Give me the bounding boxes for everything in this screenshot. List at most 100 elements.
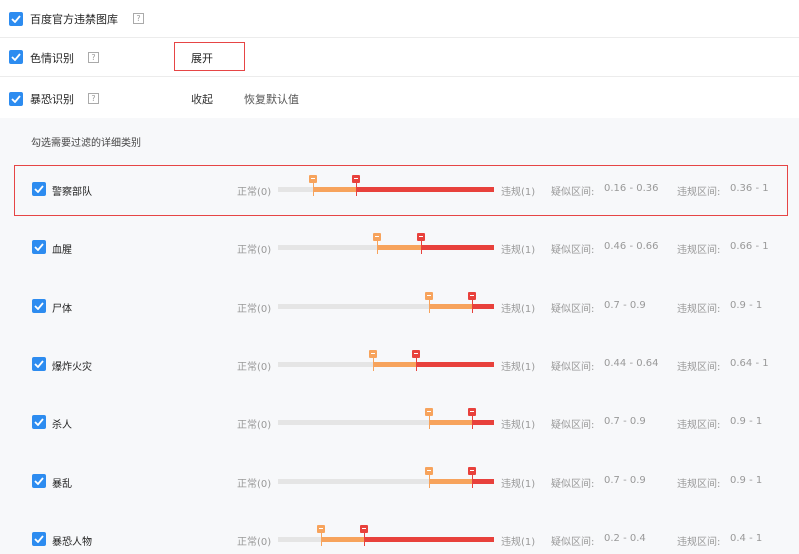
suspect-threshold-handle[interactable] xyxy=(373,233,381,241)
category-name: 血腥 xyxy=(52,245,72,256)
normal-label: 正常(0) xyxy=(237,245,272,256)
threshold-slider-track[interactable] xyxy=(278,350,494,371)
threshold-slider-track[interactable] xyxy=(278,408,494,429)
suspect-threshold-line xyxy=(377,241,378,254)
violation-range-value: 0.36 - 1 xyxy=(730,183,769,194)
category-name: 警察部队 xyxy=(52,187,92,198)
suspect-range-value: 0.2 - 0.4 xyxy=(604,533,646,544)
category-row: 尸体 正常(0) 违规(1) 疑似区间: 0.7 - 0.9 违规区间: 0.9… xyxy=(0,280,799,332)
help-icon[interactable]: ? xyxy=(88,93,99,104)
category-row: 警察部队 正常(0) 违规(1) 疑似区间: 0.16 - 0.36 违规区间:… xyxy=(0,163,799,215)
violation-range-bar xyxy=(472,304,494,309)
panel-title: 勾选需要过滤的详细类别 xyxy=(31,138,141,149)
restore-default-link[interactable]: 恢复默认值 xyxy=(244,91,299,107)
suspect-range-value: 0.7 - 0.9 xyxy=(604,300,646,311)
suspect-threshold-handle[interactable] xyxy=(425,408,433,416)
suspect-range-bar xyxy=(429,420,472,425)
terror-detection-label: 暴恐识别 xyxy=(30,93,74,106)
expand-button[interactable]: 展开 xyxy=(174,42,245,71)
suspect-range-label: 疑似区间: xyxy=(551,245,595,256)
category-row: 爆炸火灾 正常(0) 违规(1) 疑似区间: 0.44 - 0.64 违规区间:… xyxy=(0,338,799,390)
suspect-range-bar xyxy=(373,362,416,367)
suspect-range-value: 0.44 - 0.64 xyxy=(604,358,659,369)
check-icon xyxy=(11,53,21,61)
violation-threshold-handle[interactable] xyxy=(412,350,420,358)
violation-threshold-handle[interactable] xyxy=(468,467,476,475)
category-row: 杀人 正常(0) 违规(1) 疑似区间: 0.7 - 0.9 违规区间: 0.9… xyxy=(0,396,799,448)
porn-detection-checkbox[interactable] xyxy=(9,50,23,64)
violation-threshold-handle[interactable] xyxy=(360,525,368,533)
category-checkbox[interactable] xyxy=(32,532,46,546)
normal-label: 正常(0) xyxy=(237,537,272,548)
violation-threshold-line xyxy=(416,358,417,371)
check-icon xyxy=(34,243,44,251)
suspect-threshold-handle[interactable] xyxy=(425,467,433,475)
threshold-slider-track[interactable] xyxy=(278,467,494,488)
violation-range-bar xyxy=(416,362,494,367)
violation-threshold-handle[interactable] xyxy=(468,408,476,416)
category-checkbox[interactable] xyxy=(32,357,46,371)
violation-label: 违规(1) xyxy=(501,187,536,198)
suspect-range-label: 疑似区间: xyxy=(551,187,595,198)
violation-threshold-line xyxy=(421,241,422,254)
suspect-threshold-line xyxy=(429,300,430,313)
suspect-range-bar xyxy=(313,187,356,192)
normal-label: 正常(0) xyxy=(237,187,272,198)
suspect-range-value: 0.7 - 0.9 xyxy=(604,416,646,427)
help-icon[interactable]: ? xyxy=(88,52,99,63)
suspect-range-bar xyxy=(429,304,472,309)
suspect-range-bar xyxy=(321,537,364,542)
threshold-slider-track[interactable] xyxy=(278,233,494,254)
violation-threshold-handle[interactable] xyxy=(417,233,425,241)
terror-detection-row: 暴恐识别 ? 收起 恢复默认值 xyxy=(0,79,799,118)
violation-range-bar xyxy=(364,537,494,542)
violation-threshold-line xyxy=(356,183,357,196)
violation-label: 违规(1) xyxy=(501,362,536,373)
category-checkbox[interactable] xyxy=(32,182,46,196)
threshold-slider-track[interactable] xyxy=(278,525,494,546)
violation-threshold-handle[interactable] xyxy=(352,175,360,183)
suspect-range-label: 疑似区间: xyxy=(551,362,595,373)
violation-range-label: 违规区间: xyxy=(677,245,721,256)
check-icon xyxy=(34,185,44,193)
suspect-range-value: 0.16 - 0.36 xyxy=(604,183,659,194)
official-banned-library-checkbox[interactable] xyxy=(9,12,23,26)
category-row: 暴乱 正常(0) 违规(1) 疑似区间: 0.7 - 0.9 违规区间: 0.9… xyxy=(0,455,799,507)
violation-threshold-line xyxy=(472,416,473,429)
category-checkbox[interactable] xyxy=(32,299,46,313)
help-icon[interactable]: ? xyxy=(133,13,144,24)
check-icon xyxy=(34,535,44,543)
violation-range-bar xyxy=(356,187,494,192)
violation-range-bar xyxy=(472,420,494,425)
threshold-slider-track[interactable] xyxy=(278,175,494,196)
category-checkbox[interactable] xyxy=(32,240,46,254)
suspect-threshold-handle[interactable] xyxy=(309,175,317,183)
check-icon xyxy=(34,477,44,485)
category-checkbox[interactable] xyxy=(32,474,46,488)
suspect-threshold-line xyxy=(429,416,430,429)
suspect-threshold-handle[interactable] xyxy=(425,292,433,300)
violation-range-value: 0.9 - 1 xyxy=(730,416,763,427)
violation-threshold-handle[interactable] xyxy=(468,292,476,300)
suspect-threshold-line xyxy=(321,533,322,546)
suspect-range-value: 0.46 - 0.66 xyxy=(604,241,659,252)
porn-detection-label: 色情识别 xyxy=(30,52,74,65)
terror-detection-checkbox[interactable] xyxy=(9,92,23,106)
violation-label: 违规(1) xyxy=(501,479,536,490)
suspect-threshold-handle[interactable] xyxy=(317,525,325,533)
violation-range-value: 0.64 - 1 xyxy=(730,358,769,369)
category-name: 暴乱 xyxy=(52,479,72,490)
collapse-link[interactable]: 收起 xyxy=(191,91,213,107)
violation-threshold-line xyxy=(364,533,365,546)
violation-range-value: 0.66 - 1 xyxy=(730,241,769,252)
category-name: 杀人 xyxy=(52,420,72,431)
violation-range-value: 0.9 - 1 xyxy=(730,300,763,311)
suspect-threshold-handle[interactable] xyxy=(369,350,377,358)
threshold-slider-track[interactable] xyxy=(278,292,494,313)
suspect-range-value: 0.7 - 0.9 xyxy=(604,475,646,486)
normal-label: 正常(0) xyxy=(237,479,272,490)
normal-label: 正常(0) xyxy=(237,304,272,315)
violation-range-label: 违规区间: xyxy=(677,187,721,198)
category-checkbox[interactable] xyxy=(32,415,46,429)
category-name: 爆炸火灾 xyxy=(52,362,92,373)
